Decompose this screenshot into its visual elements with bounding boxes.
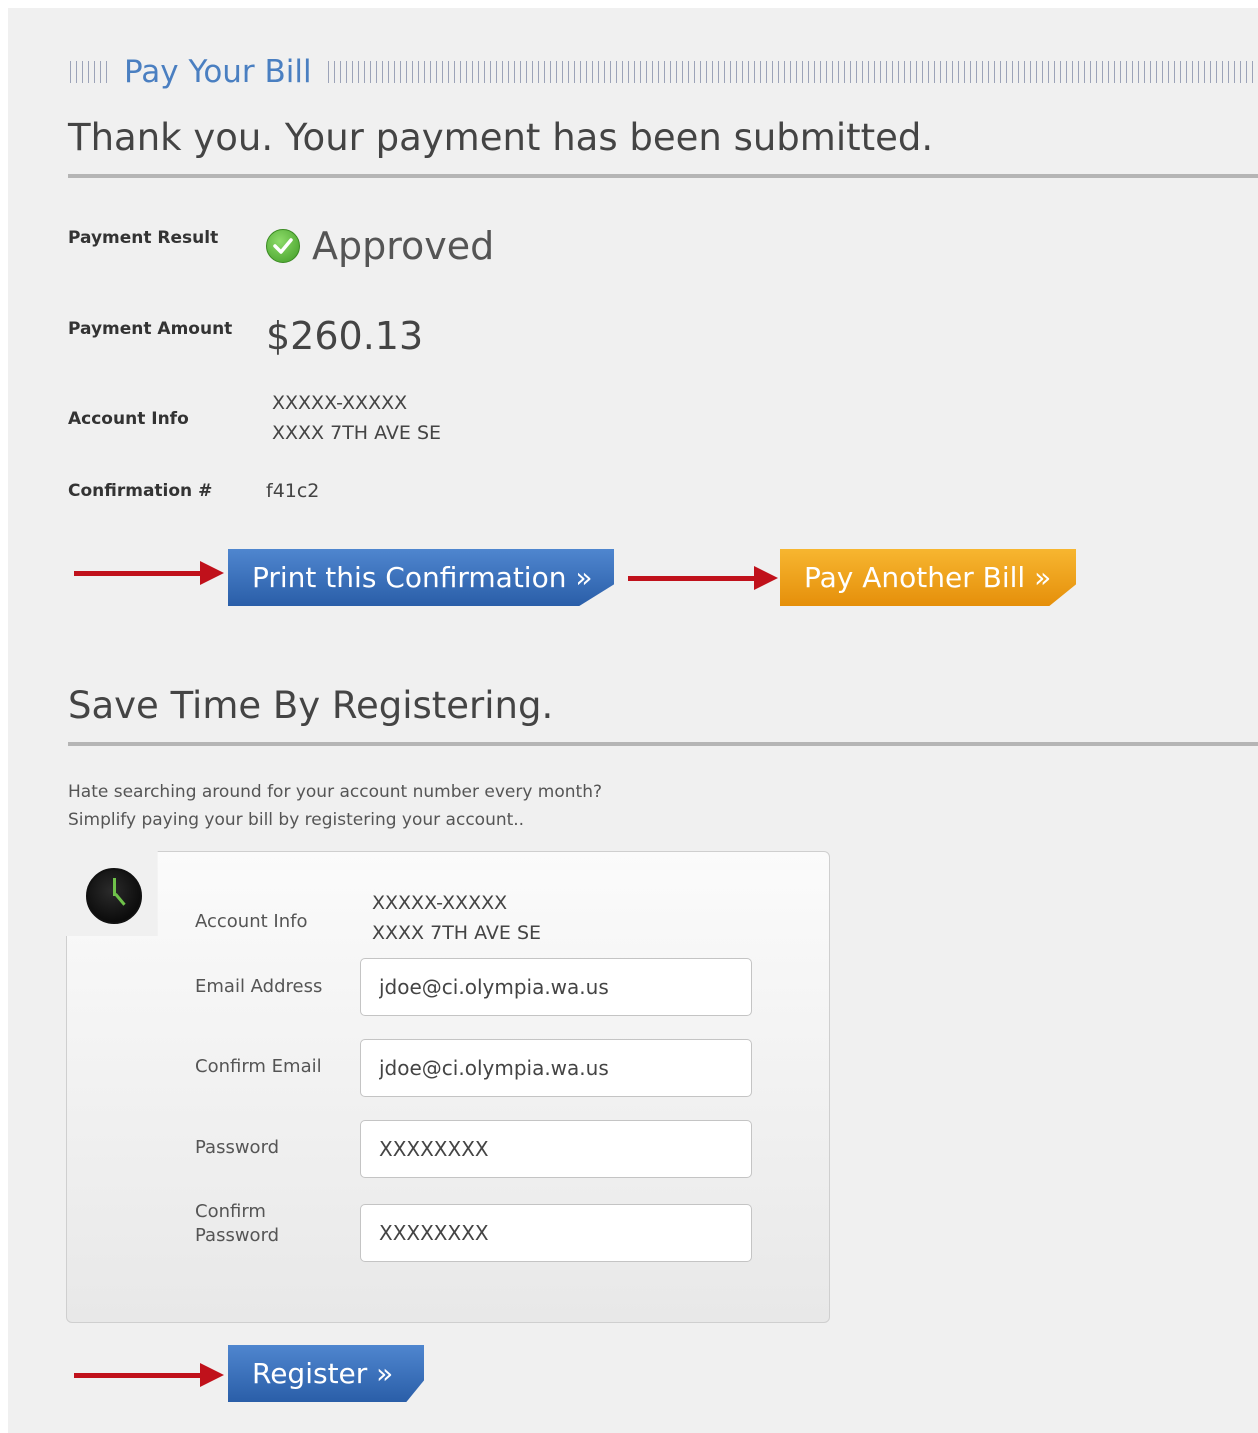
header-hatch-right — [327, 61, 1255, 83]
check-circle-icon — [266, 229, 300, 263]
password-field[interactable] — [360, 1120, 752, 1178]
account-info-value: XXXXX-XXXXX XXXX 7TH AVE SE — [272, 388, 441, 448]
confirm-password-field[interactable] — [360, 1204, 752, 1262]
register-divider — [68, 742, 1258, 746]
section-header: Pay Your Bill — [70, 48, 1255, 96]
payment-amount-label: Payment Amount — [68, 319, 233, 339]
clock-icon — [86, 868, 142, 924]
title-divider — [68, 174, 1258, 178]
page: Pay Your Bill Thank you. Your payment ha… — [8, 8, 1258, 1433]
print-confirmation-button[interactable]: Print this Confirmation » — [228, 549, 614, 606]
arrow-right-icon — [628, 566, 778, 590]
confirmation-number-value: f41c2 — [266, 480, 320, 502]
page-title: Thank you. Your payment has been submitt… — [68, 116, 934, 159]
account-info-label: Account Info — [68, 409, 189, 429]
register-button[interactable]: Register » — [228, 1345, 424, 1402]
register-section-title: Save Time By Registering. — [68, 684, 554, 727]
payment-result-value: Approved — [312, 224, 495, 268]
confirm-email-label: Confirm Email — [195, 1056, 322, 1077]
confirmation-number-label: Confirmation # — [68, 481, 213, 501]
payment-result: Approved — [266, 224, 494, 268]
register-promo: Hate searching around for your account n… — [68, 778, 602, 834]
arrow-right-icon — [74, 1363, 224, 1387]
register-account-address: XXXX 7TH AVE SE — [372, 922, 542, 944]
section-label: Pay Your Bill — [124, 54, 312, 90]
arrow-right-icon — [74, 561, 224, 585]
password-label: Password — [195, 1137, 280, 1158]
payment-result-label: Payment Result — [68, 228, 219, 248]
promo-line-1: Hate searching around for your account n… — [68, 782, 602, 802]
email-label: Email Address — [195, 976, 323, 997]
register-account-number: XXXXX-XXXXX — [372, 892, 508, 914]
account-address: XXXX 7TH AVE SE — [272, 422, 442, 444]
payment-amount-value: $260.13 — [266, 314, 424, 358]
pay-another-bill-button[interactable]: Pay Another Bill » — [780, 549, 1076, 606]
account-number: XXXXX-XXXXX — [272, 392, 408, 414]
register-account-info-value: XXXXX-XXXXX XXXX 7TH AVE SE — [372, 888, 541, 948]
register-account-info-label: Account Info — [195, 911, 308, 932]
header-hatch-left — [70, 61, 110, 83]
confirm-password-label: Confirm Password — [195, 1201, 280, 1246]
email-field[interactable] — [360, 958, 752, 1016]
confirm-email-field[interactable] — [360, 1039, 752, 1097]
promo-line-2: Simplify paying your bill by registering… — [68, 810, 525, 830]
